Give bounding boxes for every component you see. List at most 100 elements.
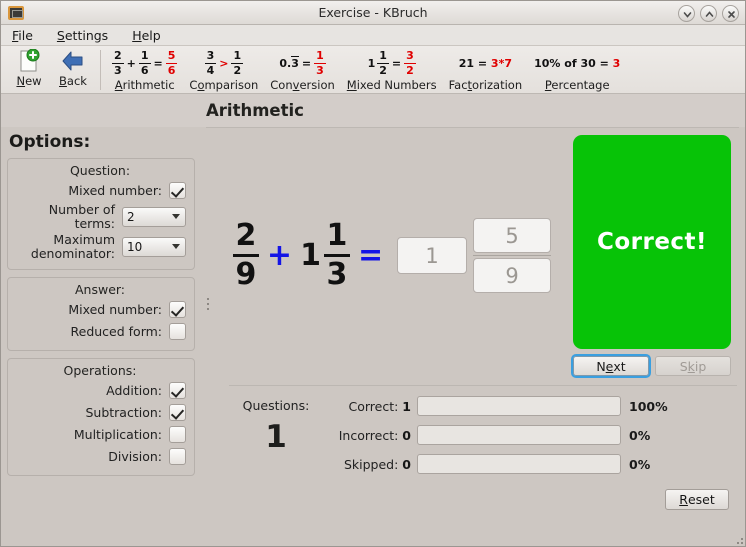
division-checkbox[interactable] — [169, 448, 186, 465]
term2-denominator: 3 — [326, 257, 348, 292]
correct-label-text: Correct: — [348, 398, 399, 414]
term2-fraction: 1 3 — [323, 221, 350, 292]
answer-mixed-number-row: Mixed number: — [14, 300, 186, 319]
maximize-icon[interactable] — [700, 5, 717, 22]
incorrect-count: 0 — [402, 427, 411, 443]
addition-label: Addition: — [106, 382, 162, 398]
factorization-formula-icon: 21 = 3*7 — [458, 56, 512, 70]
maximum-denominator-label-line2: denominator: — [30, 245, 115, 261]
equals-symbol: = — [357, 238, 384, 273]
reset-button[interactable]: Reset — [665, 489, 729, 510]
maximum-denominator-row: Maximum denominator: 10 — [14, 233, 186, 260]
maximum-denominator-label: Maximum denominator: — [31, 233, 115, 260]
task-expression: 2 9 + 1 1 3 = 1 5 9 — [213, 128, 571, 383]
term2-mixed-number: 1 1 3 — [300, 221, 350, 290]
answer-numerator-input[interactable]: 5 — [473, 218, 552, 253]
subtraction-checkbox[interactable] — [169, 404, 186, 421]
correct-progress-bar — [417, 396, 621, 416]
menu-bar: File Settings Help — [1, 25, 745, 46]
maximum-denominator-value: 10 — [127, 239, 143, 254]
result-buttons: Ne xt Sk ip — [571, 354, 731, 378]
question-group-title: Question: — [69, 163, 131, 178]
arithmetic-formula-icon: 23 + 16 = 56 — [112, 49, 178, 77]
skip-button[interactable]: Sk ip — [655, 356, 731, 376]
maximum-denominator-select[interactable]: 10 — [122, 236, 186, 257]
correct-percent: 100% — [629, 398, 668, 414]
toolbar-mode-factorization-label: Factorization — [448, 78, 523, 92]
title-bar: Exercise - KBruch — [1, 1, 745, 25]
number-of-terms-value: 2 — [127, 209, 135, 224]
number-of-terms-label: Number of terms: — [48, 202, 115, 231]
toolbar-mode-percentage[interactable]: 10% of 30 = 3 Percentage — [528, 48, 626, 93]
toolbar-mode-comparison[interactable]: 34 > 12 Comparison — [183, 48, 264, 92]
toolbar-mode-percentage-label: Percentage — [544, 78, 610, 92]
minimize-icon[interactable] — [678, 5, 695, 22]
window-controls — [678, 5, 739, 22]
incorrect-percent: 0% — [629, 427, 651, 443]
tool-bar: New Back 23 + 16 = 56 Arithmetic 34 > 1 … — [1, 46, 745, 94]
toolbar-back-label: Back — [59, 74, 87, 88]
toolbar-mode-comparison-label: Comparison — [189, 78, 259, 92]
menu-help[interactable]: Help — [129, 27, 164, 44]
skipped-progress-bar — [417, 454, 621, 474]
skipped-count: 0 — [402, 456, 411, 472]
incorrect-label-text: Incorrect: — [338, 427, 399, 443]
reduced-form-checkbox[interactable] — [169, 323, 186, 340]
reduced-form-label: Reduced form: — [70, 323, 163, 339]
division-label: Division: — [108, 448, 162, 464]
question-mixed-number-label: Mixed number: — [68, 182, 162, 198]
toolbar-mode-factorization[interactable]: 21 = 3*7 Factorization — [443, 48, 529, 93]
answer-mixed-number-checkbox[interactable] — [169, 301, 186, 318]
menu-settings[interactable]: Settings — [54, 27, 111, 44]
menu-file[interactable]: File — [9, 27, 36, 44]
addition-checkbox[interactable] — [169, 382, 186, 399]
toolbar-new-label: New — [16, 74, 42, 88]
panel-splitter[interactable] — [204, 128, 212, 543]
statistics-row-correct: Correct: 1 100% — [335, 394, 739, 418]
back-arrow-icon — [61, 49, 85, 73]
questions-label: Questions: — [242, 398, 310, 413]
reduced-form-row: Reduced form: — [14, 322, 186, 341]
question-mixed-number-checkbox[interactable] — [169, 182, 186, 199]
equation: 2 9 + 1 1 3 = 1 5 9 — [232, 218, 552, 293]
statistics-separator — [229, 385, 737, 386]
multiplication-label: Multiplication: — [73, 426, 162, 442]
answer-group-title: Answer: — [74, 282, 126, 297]
toolbar-new-button[interactable]: New — [7, 48, 51, 88]
number-of-terms-select[interactable]: 2 — [122, 206, 186, 227]
answer-integer-input[interactable]: 1 — [397, 237, 468, 274]
subtraction-row: Subtraction: — [14, 403, 186, 422]
statistics-rows: Correct: 1 100% Incorrect: 0 0% Skipped:… — [335, 394, 739, 510]
comparison-formula-icon: 34 > 12 — [204, 49, 244, 77]
multiplication-checkbox[interactable] — [169, 426, 186, 443]
toolbar-back-button[interactable]: Back — [51, 48, 95, 88]
percentage-formula-icon: 10% of 30 = 3 — [534, 56, 621, 70]
resize-grip-icon[interactable] — [731, 532, 743, 544]
reset-wrapper: Reset — [665, 489, 729, 510]
subtraction-label: Subtraction: — [85, 404, 162, 420]
answer-denominator-input[interactable]: 9 — [473, 258, 552, 293]
close-icon[interactable] — [722, 5, 739, 22]
toolbar-mode-conversion-label: Conversion — [270, 78, 335, 92]
next-button[interactable]: Ne xt — [571, 354, 651, 378]
term2-whole: 1 — [300, 238, 321, 273]
operator-symbol: + — [266, 238, 293, 273]
skipped-percent: 0% — [629, 456, 651, 472]
toolbar-mode-mixed-numbers[interactable]: 1 12 = 32 Mixed Numbers — [341, 48, 443, 92]
exercise-area: 2 9 + 1 1 3 = 1 5 9 Correct! N e xt S k … — [213, 128, 745, 543]
statistics-row-skipped: Skipped: 0 0% — [335, 452, 739, 476]
page-header: Arithmetic — [1, 94, 745, 127]
toolbar-mode-arithmetic[interactable]: 23 + 16 = 56 Arithmetic — [106, 48, 183, 92]
toolbar-mode-mixed-numbers-label: Mixed Numbers — [346, 78, 437, 92]
toolbar-mode-conversion[interactable]: 0.3 = 13 Conversion — [264, 48, 341, 92]
question-mixed-number-row: Mixed number: — [14, 181, 186, 200]
operations-options-group: Operations: Addition: Subtraction: Multi… — [7, 358, 195, 476]
number-of-terms-row: Number of terms: 2 — [14, 203, 186, 230]
conversion-formula-icon: 0.3 = 13 — [279, 49, 326, 77]
page-title: Arithmetic — [206, 101, 304, 120]
answer-fraction-bar — [473, 255, 552, 256]
incorrect-label: Incorrect: 0 — [335, 428, 417, 443]
window-title: Exercise - KBruch — [318, 5, 428, 20]
statistics-panel: Questions: 1 Correct: 1 100% Incorrect: … — [213, 394, 745, 544]
toolbar-mode-arithmetic-label: Arithmetic — [114, 78, 175, 92]
